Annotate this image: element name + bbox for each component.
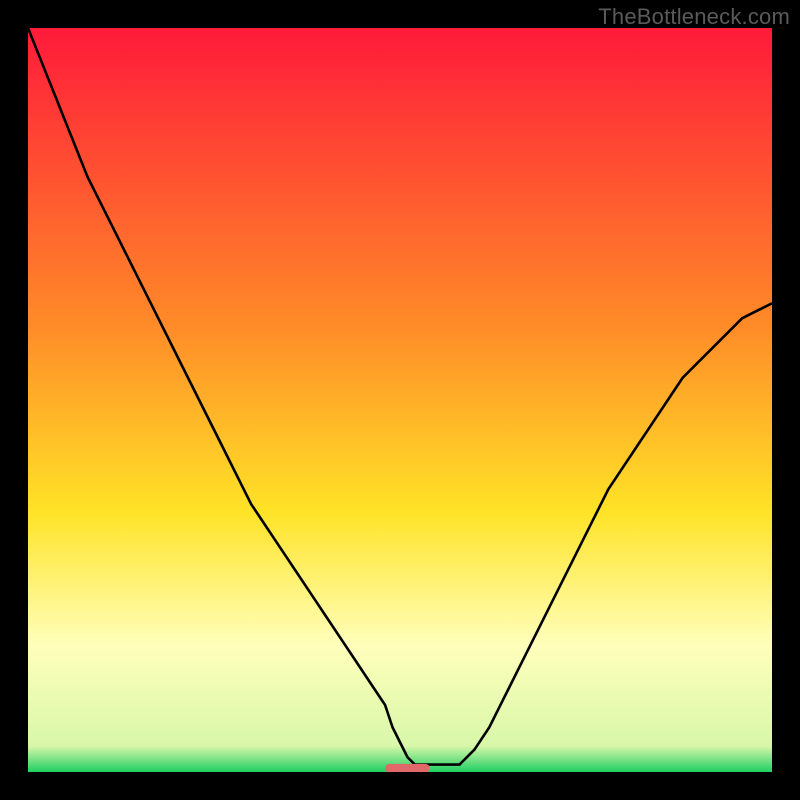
bottleneck-chart: [28, 28, 772, 772]
watermark-text: TheBottleneck.com: [598, 4, 790, 30]
chart-frame: TheBottleneck.com: [0, 0, 800, 800]
chart-background: [28, 28, 772, 772]
optimal-marker: [385, 764, 430, 772]
